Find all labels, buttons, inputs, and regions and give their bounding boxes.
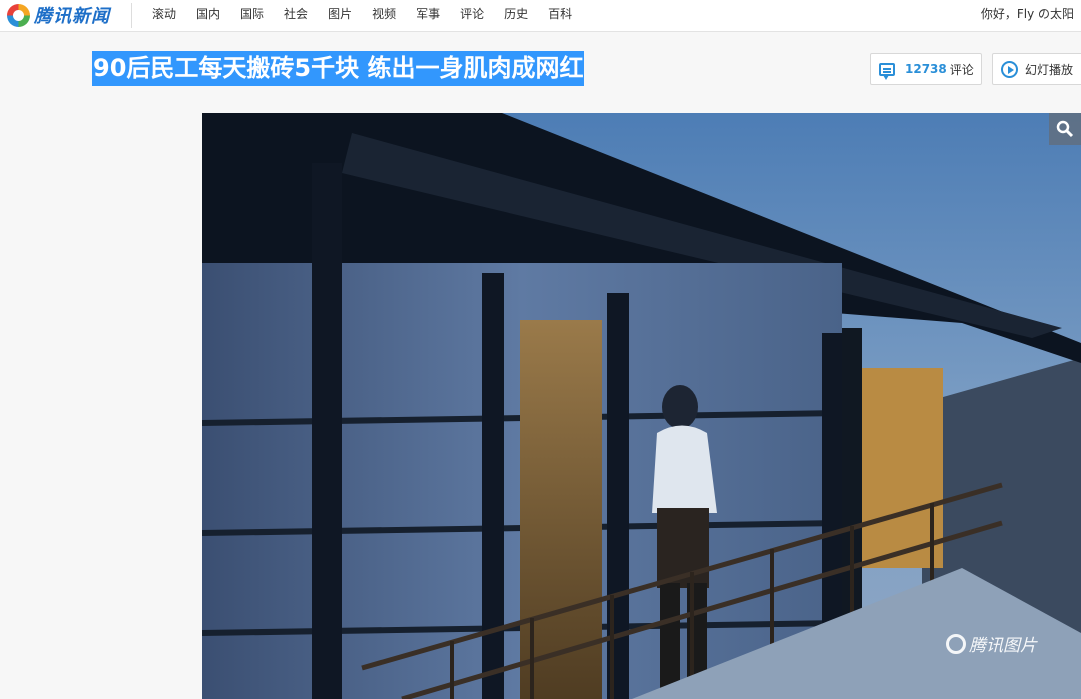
watermark-text: 腾讯图片 (969, 636, 1037, 656)
article-photo[interactable] (202, 113, 1081, 699)
photo-scene (202, 113, 1081, 699)
nav-item-tupian[interactable]: 图片 (328, 6, 352, 22)
tencent-photo-logo-icon (946, 633, 966, 654)
article-title: 90后民工每天搬砖5千块 练出一身肌肉成网红 (92, 51, 585, 86)
nav-item-baike[interactable]: 百科 (548, 6, 572, 22)
slideshow-button[interactable]: 幻灯播放 (992, 53, 1081, 85)
slideshow-label: 幻灯播放 (1025, 62, 1074, 77)
nav-item-gundong[interactable]: 滚动 (152, 6, 176, 22)
zoom-button[interactable] (1049, 113, 1081, 145)
user-greeting[interactable]: 你好，Fly の太阳 (981, 6, 1074, 22)
nav-item-pinglun[interactable]: 评论 (460, 6, 484, 22)
nav-item-junshi[interactable]: 军事 (416, 6, 440, 22)
tencent-logo-icon (7, 3, 30, 27)
comment-label: 评论 (949, 62, 974, 77)
nav-item-guoji[interactable]: 国际 (240, 6, 264, 22)
play-icon (1001, 60, 1018, 78)
channel-nav: 滚动 国内 国际 社会 图片 视频 军事 评论 历史 百科 (152, 6, 592, 22)
photo-watermark: 腾讯图片 (946, 631, 1037, 656)
search-icon (1056, 120, 1074, 138)
comments-button[interactable]: 12738 评论 (870, 53, 982, 85)
nav-divider (131, 3, 132, 28)
logo-text: 腾讯新闻 (34, 6, 110, 27)
nav-item-guonei[interactable]: 国内 (196, 6, 220, 22)
nav-item-lishi[interactable]: 历史 (504, 6, 528, 22)
top-navigation-bar: 腾讯新闻 滚动 国内 国际 社会 图片 视频 军事 评论 历史 百科 你好，Fl… (0, 0, 1081, 32)
comment-count: 12738 (905, 62, 947, 76)
nav-item-shehui[interactable]: 社会 (284, 6, 308, 22)
comment-icon (879, 62, 895, 80)
nav-item-shipin[interactable]: 视频 (372, 6, 396, 22)
site-logo[interactable]: 腾讯新闻 (7, 3, 110, 27)
